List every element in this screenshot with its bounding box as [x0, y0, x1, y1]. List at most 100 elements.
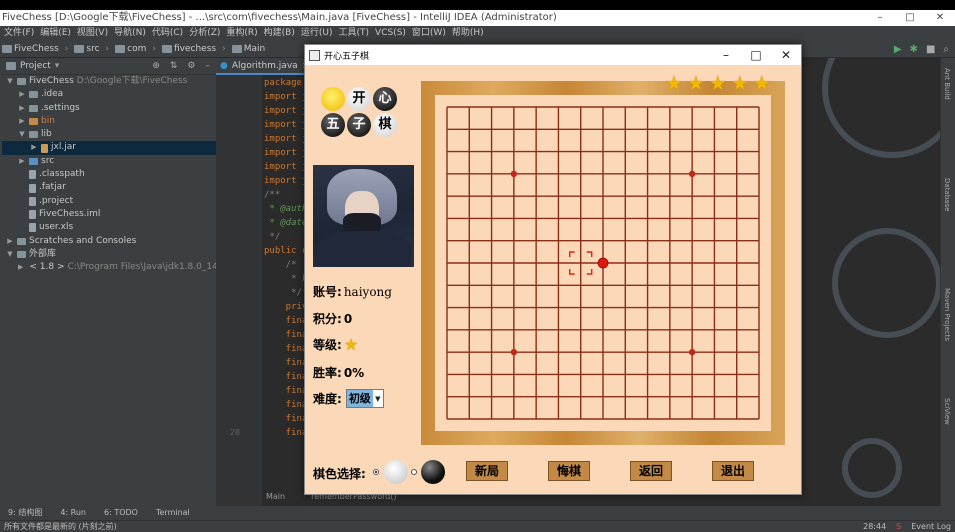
tree-item[interactable]: ▶ src [2, 155, 216, 168]
breadcrumb-label[interactable]: com [127, 44, 146, 54]
close-icon[interactable]: ✕ [925, 10, 955, 26]
close-icon[interactable]: ✕ [771, 45, 801, 65]
black-radio[interactable] [411, 469, 417, 475]
undo-button[interactable]: 悔棋 [548, 461, 590, 481]
editor-tab-algorithm[interactable]: Algorithm.java [232, 61, 298, 71]
debug-icon[interactable]: ✱ [910, 44, 918, 55]
right-tool-tab[interactable]: Database [943, 178, 951, 211]
expand-arrow-icon[interactable]: ▶ [6, 235, 14, 248]
bottom-tool-tab[interactable]: 9: 结构图 [8, 506, 42, 520]
bottom-tool-tab[interactable]: Terminal [156, 506, 190, 520]
ime-icon[interactable]: S [896, 521, 901, 532]
menu-item[interactable]: 帮助(H) [452, 26, 484, 40]
menu-item[interactable]: 编辑(E) [40, 26, 71, 40]
tree-item[interactable]: ▶ jxl.jar [2, 141, 216, 155]
white-radio[interactable] [373, 469, 379, 475]
menu-item[interactable]: 运行(U) [301, 26, 333, 40]
menu-item[interactable]: 代码(C) [152, 26, 183, 40]
expand-arrow-icon[interactable]: ▼ [6, 248, 14, 261]
tree-item[interactable]: ▶ .idea [2, 88, 216, 101]
minimize-icon[interactable]: – [711, 45, 741, 65]
menu-item[interactable]: 重构(R) [226, 26, 257, 40]
menu-item[interactable]: 窗口(W) [412, 26, 446, 40]
right-tool-tab[interactable]: Maven Projects [943, 288, 951, 341]
menu-item[interactable]: 导航(N) [114, 26, 146, 40]
folder-icon [29, 131, 38, 139]
breadcrumb-item[interactable]: com [115, 44, 146, 54]
maximize-icon[interactable]: □ [741, 45, 771, 65]
expand-arrow-icon[interactable]: ▼ [18, 128, 26, 141]
background-decoration [842, 438, 902, 498]
menu-item[interactable]: 工具(T) [339, 26, 370, 40]
tree-item[interactable]: ▼ lib [2, 128, 216, 141]
menu-item[interactable]: 构建(B) [264, 26, 295, 40]
expand-arrow-icon[interactable]: ▶ [18, 102, 26, 115]
breadcrumb-item[interactable]: fivechess [162, 44, 216, 54]
tree-item[interactable]: .fatjar [2, 181, 216, 194]
tree-item[interactable]: user.xls [2, 221, 216, 234]
chevron-down-icon[interactable]: ▾ [55, 61, 60, 71]
breadcrumb-label[interactable]: FiveChess [14, 44, 59, 54]
menu-item[interactable]: VCS(S) [375, 26, 406, 40]
expand-arrow-icon[interactable]: ▶ [18, 261, 23, 274]
expand-arrow-icon[interactable]: ▶ [18, 88, 26, 101]
expand-arrow-icon[interactable]: ▼ [6, 75, 14, 88]
line-number [216, 272, 240, 286]
tree-item[interactable]: ▶ bin [2, 115, 216, 128]
editor-crumb-item[interactable]: Main [266, 490, 285, 504]
tree-item[interactable]: .classpath [2, 168, 216, 181]
folder-icon [74, 44, 85, 53]
line-number [216, 314, 240, 328]
ide-window-title: FiveChess [D:\Google下载\FiveChess] - ...\… [2, 12, 557, 23]
difficulty-value[interactable]: 初级 [346, 390, 373, 407]
breadcrumb-item[interactable]: src [74, 44, 100, 54]
back-button[interactable]: 返回 [630, 461, 672, 481]
search-icon[interactable]: ⌕ [943, 44, 949, 55]
maximize-icon[interactable]: □ [895, 10, 925, 26]
minimize-icon[interactable]: – [865, 10, 895, 26]
white-stone-option[interactable] [384, 460, 408, 484]
menu-item[interactable]: 文件(F) [4, 26, 34, 40]
expand-arrow-icon[interactable]: ▶ [18, 155, 26, 168]
breadcrumb-label[interactable]: src [86, 44, 99, 54]
breadcrumb-item[interactable]: FiveChess [2, 44, 59, 54]
project-panel-title[interactable]: Project [20, 61, 51, 71]
right-tool-tab[interactable]: SciView [943, 398, 951, 425]
tree-item[interactable]: ▶ Scratches and Consoles [2, 235, 216, 248]
target-icon[interactable]: ⊕ [152, 61, 160, 71]
tree-item[interactable]: ▼ 外部库 [2, 248, 216, 261]
right-tool-tab[interactable]: Ant Build [943, 68, 951, 100]
menu-item[interactable]: 分析(Z) [189, 26, 220, 40]
expand-arrow-icon[interactable]: ▶ [30, 141, 38, 154]
stop-icon[interactable]: ■ [926, 44, 935, 55]
tree-item[interactable]: ▼ FiveChess D:\Google下载\FiveChess [2, 75, 216, 88]
gomoku-board[interactable] [435, 95, 771, 431]
breadcrumb-item[interactable]: Main [231, 44, 266, 54]
new-game-button[interactable]: 新局 [466, 461, 508, 481]
line-number [216, 188, 240, 202]
menu-item[interactable]: 视图(V) [77, 26, 108, 40]
tree-item[interactable]: .project [2, 195, 216, 208]
line-number [216, 356, 240, 370]
run-icon[interactable]: ▶ [894, 44, 902, 55]
hide-icon[interactable]: – [206, 61, 211, 71]
event-log[interactable]: Event Log [911, 521, 951, 532]
bottom-tool-tab[interactable]: 6: TODO [104, 506, 138, 520]
bottom-tool-tab[interactable]: 4: Run [60, 506, 86, 520]
black-stone-option[interactable] [421, 460, 445, 484]
tree-item[interactable]: FiveChess.iml [2, 208, 216, 221]
exit-button[interactable]: 退出 [712, 461, 754, 481]
red-stone [597, 257, 609, 269]
collapse-icon[interactable]: ⇅ [170, 61, 178, 71]
gear-icon[interactable]: ⚙ [187, 61, 195, 71]
screen-top-edge [0, 0, 955, 10]
breadcrumb-label[interactable]: Main [244, 44, 266, 54]
chevron-down-icon[interactable]: ▼ [373, 395, 383, 403]
breadcrumb-label[interactable]: fivechess [174, 44, 216, 54]
line-numbers: 28 [216, 76, 240, 454]
tree-item[interactable]: ▶ < 1.8 > C:\Program Files\Java\jdk1.8.0_1… [2, 261, 224, 274]
tree-item[interactable]: ▶ .settings [2, 102, 216, 115]
expand-arrow-icon[interactable]: ▶ [18, 115, 26, 128]
difficulty-select[interactable]: 初级 ▼ [345, 389, 384, 408]
star-icon: ★ [752, 71, 771, 95]
